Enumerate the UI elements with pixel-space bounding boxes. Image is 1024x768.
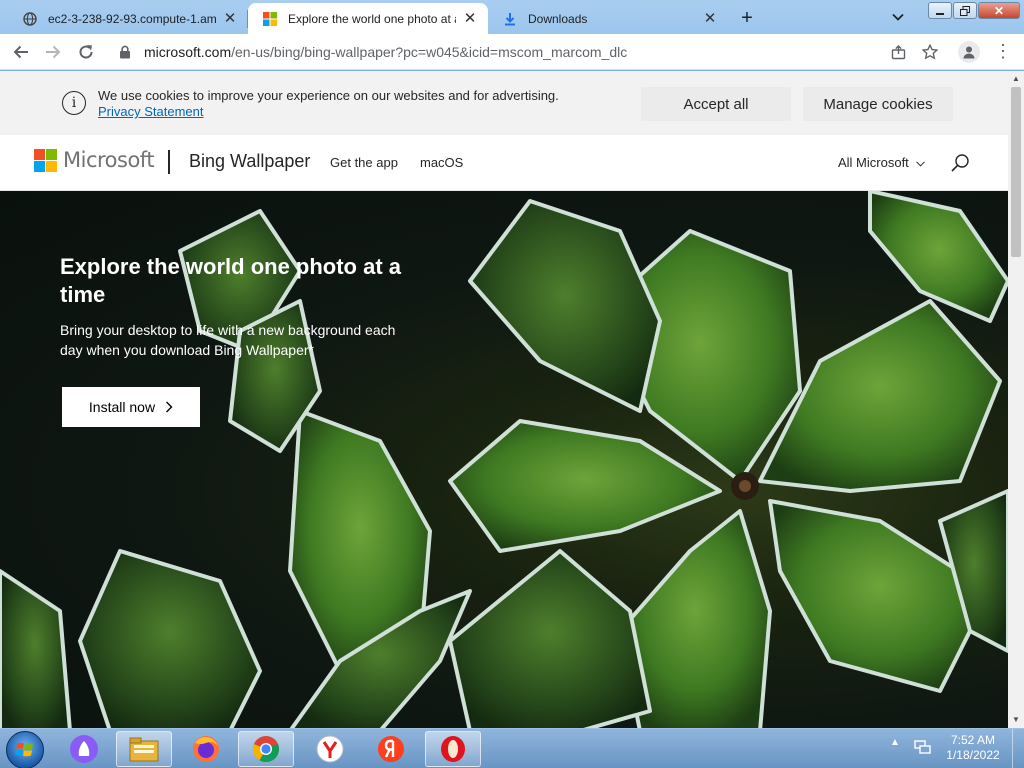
close-window-button[interactable]: ✕ bbox=[978, 2, 1020, 19]
site-header: Microsoft Bing Wallpaper Get the app mac… bbox=[0, 135, 1008, 191]
minimize-button[interactable] bbox=[928, 2, 952, 19]
taskbar-file-explorer[interactable] bbox=[116, 731, 172, 767]
yandex-browser-icon bbox=[316, 735, 344, 763]
profile-avatar[interactable] bbox=[958, 41, 980, 63]
forward-button[interactable] bbox=[40, 39, 66, 65]
url-host: microsoft.com bbox=[144, 44, 232, 60]
back-arrow-icon bbox=[13, 45, 28, 59]
url-text: microsoft.com/en-us/bing/bing-wallpaper?… bbox=[144, 44, 876, 60]
info-icon: i bbox=[62, 91, 86, 115]
restore-icon bbox=[960, 5, 970, 16]
minimize-icon bbox=[936, 12, 944, 15]
hero-copy: Explore the world one photo at a time Br… bbox=[60, 253, 410, 360]
more-menu-icon[interactable]: ⋮ bbox=[994, 42, 1012, 62]
microsoft-logo-icon bbox=[34, 148, 57, 172]
cookie-banner: i We use cookies to improve your experie… bbox=[0, 71, 1008, 135]
tab-title: Downloads bbox=[528, 11, 588, 26]
all-microsoft-label: All Microsoft bbox=[838, 155, 909, 170]
nav-macos[interactable]: macOS bbox=[420, 155, 463, 170]
hero-body: Bring your desktop to life with a new ba… bbox=[60, 322, 396, 358]
forward-arrow-icon bbox=[46, 45, 61, 59]
tab-strip: ec2-3-238-92-93.compute-1.ama ✕ Explore … bbox=[0, 0, 1024, 34]
taskbar-yandex-browser[interactable] bbox=[302, 731, 358, 767]
taskbar-chrome[interactable] bbox=[238, 731, 294, 767]
scroll-down-arrow-icon[interactable]: ▼ bbox=[1008, 712, 1024, 728]
taskbar-firefox[interactable] bbox=[178, 731, 234, 767]
share-icon[interactable] bbox=[888, 42, 908, 62]
tab-title: Explore the world one photo at a bbox=[288, 11, 456, 26]
page-viewport: i We use cookies to improve your experie… bbox=[0, 71, 1024, 728]
back-button[interactable] bbox=[8, 39, 34, 65]
manage-cookies-button[interactable]: Manage cookies bbox=[803, 87, 953, 121]
taskbar-alice[interactable] bbox=[56, 731, 112, 767]
address-bar[interactable]: microsoft.com/en-us/bing/bing-wallpaper?… bbox=[108, 37, 948, 67]
browser-toolbar: microsoft.com/en-us/bing/bing-wallpaper?… bbox=[0, 34, 1024, 70]
bookmark-star-icon[interactable] bbox=[920, 42, 940, 62]
system-clock[interactable]: 7:52 AM 1/18/2022 bbox=[942, 733, 1004, 763]
microsoft-icon bbox=[262, 11, 278, 27]
scrollbar-thumb[interactable] bbox=[1011, 87, 1021, 257]
url-path: /en-us/bing/bing-wallpaper?pc=w045&icid=… bbox=[231, 44, 628, 60]
nav-get-the-app[interactable]: Get the app bbox=[330, 155, 398, 170]
chevron-right-icon bbox=[166, 401, 173, 413]
install-now-label: Install now bbox=[88, 399, 156, 415]
logo-text: Microsoft bbox=[63, 148, 155, 172]
download-icon bbox=[502, 11, 518, 27]
chevron-down-icon bbox=[916, 161, 926, 167]
search-icon[interactable] bbox=[950, 153, 970, 173]
restore-button[interactable] bbox=[953, 2, 977, 19]
person-icon bbox=[963, 46, 975, 59]
tab-title: ec2-3-238-92-93.compute-1.ama bbox=[48, 11, 216, 26]
hero-heading: Explore the world one photo at a time bbox=[60, 254, 402, 307]
header-divider bbox=[168, 150, 170, 174]
install-now-button[interactable]: Install now bbox=[62, 387, 200, 427]
reload-button[interactable] bbox=[73, 39, 99, 65]
clock-time: 7:52 AM bbox=[950, 733, 996, 747]
page-scrollbar[interactable]: ▲ ▼ bbox=[1008, 71, 1024, 728]
microsoft-logo[interactable]: Microsoft bbox=[34, 148, 155, 172]
windows-logo-icon bbox=[15, 742, 33, 757]
close-tab-icon[interactable]: ✕ bbox=[702, 10, 718, 27]
show-desktop-button[interactable] bbox=[1012, 729, 1024, 768]
window-controls: ✕ bbox=[927, 2, 1020, 19]
windows-taskbar: ▲ 7:52 AM 1/18/2022 bbox=[0, 728, 1024, 768]
accept-all-button[interactable]: Accept all bbox=[641, 87, 791, 121]
cookie-message: We use cookies to improve your experienc… bbox=[98, 88, 559, 103]
reload-icon bbox=[79, 45, 93, 59]
file-explorer-icon bbox=[129, 737, 159, 762]
close-tab-icon[interactable]: ✕ bbox=[462, 10, 478, 27]
alice-assistant-icon bbox=[70, 735, 98, 763]
chevron-down-icon bbox=[892, 13, 904, 21]
network-icon[interactable] bbox=[914, 739, 932, 755]
tab-ec2[interactable]: ec2-3-238-92-93.compute-1.ama ✕ bbox=[8, 3, 248, 34]
firefox-icon bbox=[193, 736, 219, 762]
all-microsoft-menu[interactable]: All Microsoft bbox=[838, 155, 926, 170]
opera-icon bbox=[441, 736, 465, 762]
tab-downloads[interactable]: Downloads ✕ bbox=[488, 3, 728, 34]
globe-icon bbox=[22, 11, 38, 27]
chrome-icon bbox=[252, 736, 280, 763]
scroll-up-arrow-icon[interactable]: ▲ bbox=[1008, 71, 1024, 87]
clock-date: 1/18/2022 bbox=[946, 748, 1000, 762]
tab-bing-wallpaper[interactable]: Explore the world one photo at a ✕ bbox=[248, 3, 488, 34]
hero-banner: Explore the world one photo at a time Br… bbox=[0, 191, 1008, 728]
tray-overflow-icon[interactable]: ▲ bbox=[890, 737, 900, 748]
new-tab-button[interactable]: + bbox=[734, 5, 760, 31]
taskbar-opera[interactable] bbox=[425, 731, 481, 767]
lock-icon bbox=[120, 45, 130, 59]
close-tab-icon[interactable]: ✕ bbox=[222, 10, 238, 27]
yandex-icon bbox=[378, 736, 404, 762]
taskbar-yandex[interactable] bbox=[363, 731, 419, 767]
start-button[interactable] bbox=[6, 731, 44, 768]
tab-search-button[interactable] bbox=[886, 6, 910, 28]
privacy-statement-link[interactable]: Privacy Statement bbox=[98, 104, 204, 119]
brand-title[interactable]: Bing Wallpaper bbox=[189, 151, 310, 172]
